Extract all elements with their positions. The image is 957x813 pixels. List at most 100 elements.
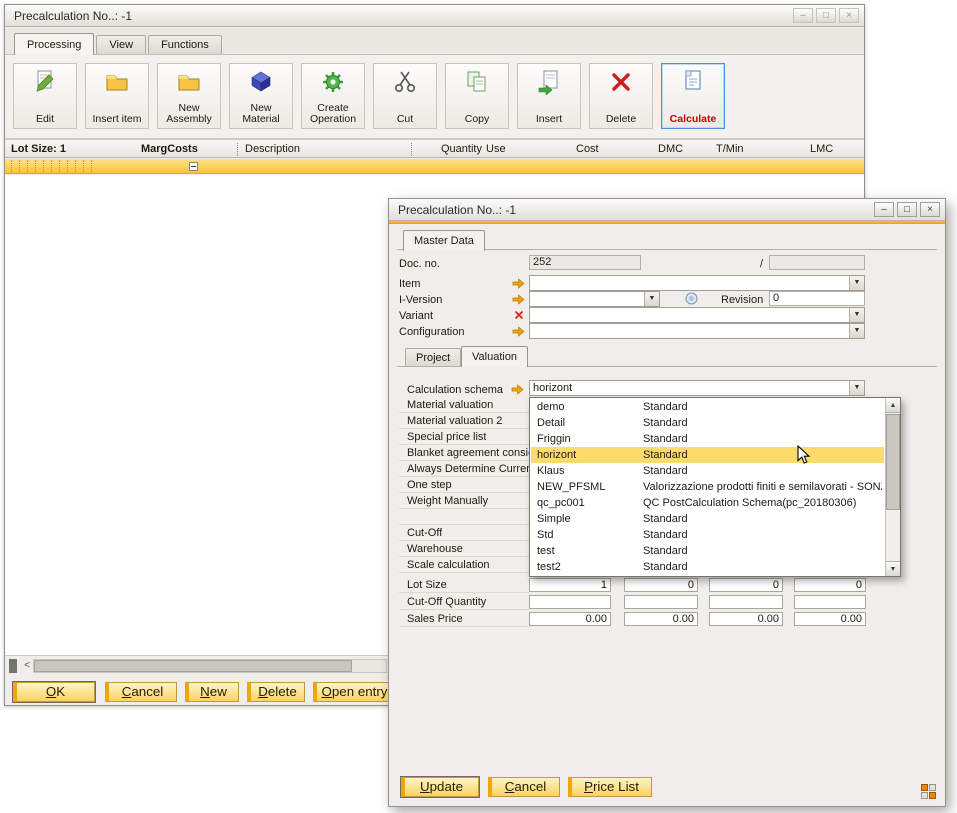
calculation-schema-combobox[interactable]: horizont ▼ xyxy=(529,380,865,396)
cutoff-quantity-field-1[interactable] xyxy=(529,595,611,609)
cutoff-quantity-field-2[interactable] xyxy=(624,595,698,609)
scrollbar-thumb[interactable] xyxy=(886,414,900,510)
dropdown-scrollbar[interactable]: ▲ ▼ xyxy=(885,398,900,576)
red-x-icon xyxy=(608,68,634,96)
splitter-handle[interactable] xyxy=(9,659,17,673)
link-arrow-icon[interactable] xyxy=(512,326,525,340)
update-button[interactable]: Update xyxy=(401,777,479,797)
cutoff-quantity-field-3[interactable] xyxy=(709,595,783,609)
dropdown-item[interactable]: NEW_PFSMLValorizzazione prodotti finiti … xyxy=(531,479,884,495)
lot-size-field-4[interactable]: 0 xyxy=(794,578,866,592)
tab-functions[interactable]: Functions xyxy=(148,35,222,54)
sales-price-field-2[interactable]: 0.00 xyxy=(624,612,698,626)
lot-size-field-1[interactable]: 1 xyxy=(529,578,611,592)
valuation-row: Blanket agreement consider xyxy=(399,445,529,461)
scrollbar-thumb[interactable] xyxy=(34,660,352,672)
insert-item-button[interactable]: Insert item xyxy=(85,63,149,129)
scroll-up-icon[interactable]: ▲ xyxy=(886,398,900,413)
scrollbar-track[interactable] xyxy=(33,659,387,673)
window1-titlebar[interactable]: Precalculation No..: -1 – □ × xyxy=(5,5,864,27)
i-version-combobox[interactable]: ▼ xyxy=(529,291,660,307)
create-operation-button[interactable]: Create Operation xyxy=(301,63,365,129)
new-button[interactable]: New xyxy=(185,682,239,702)
doc-no-suffix-field[interactable] xyxy=(769,255,865,270)
folder-icon xyxy=(104,68,130,96)
tree-grid-line xyxy=(75,160,76,172)
configuration-combobox[interactable]: ▼ xyxy=(529,323,865,339)
sales-price-field-1[interactable]: 0.00 xyxy=(529,612,611,626)
item-combobox[interactable]: ▼ xyxy=(529,275,865,291)
active-window-accent-bar xyxy=(389,221,945,224)
open-entry-button[interactable]: Open entry xyxy=(313,682,393,702)
dropdown-item-selected[interactable]: horizontStandard xyxy=(531,447,884,463)
create-operation-label: Create Operation xyxy=(303,103,363,125)
chevron-down-icon[interactable]: ▼ xyxy=(644,292,659,306)
dropdown-item[interactable]: StdStandard xyxy=(531,527,884,543)
ok-button[interactable]: OK xyxy=(13,682,95,702)
minimize-button[interactable]: – xyxy=(874,202,894,217)
edit-button[interactable]: Edit xyxy=(13,63,77,129)
cancel-button[interactable]: Cancel xyxy=(105,682,177,702)
copy-button[interactable]: Copy xyxy=(445,63,509,129)
sales-price-field-3[interactable]: 0.00 xyxy=(709,612,783,626)
dropdown-item[interactable]: DetailStandard xyxy=(531,415,884,431)
sales-price-field-4[interactable]: 0.00 xyxy=(794,612,866,626)
chevron-down-icon[interactable]: ▼ xyxy=(849,276,864,290)
dropdown-item[interactable]: KlausStandard xyxy=(531,463,884,479)
minimize-button[interactable]: – xyxy=(793,8,813,23)
column-cost: Cost xyxy=(576,143,599,155)
dropdown-item[interactable]: test2Standard xyxy=(531,559,884,575)
delete-entry-button[interactable]: Delete xyxy=(247,682,305,702)
maximize-button[interactable]: □ xyxy=(816,8,836,23)
new-material-button[interactable]: New Material xyxy=(229,63,293,129)
tree-grid-line xyxy=(59,160,60,172)
cutoff-quantity-field-4[interactable] xyxy=(794,595,866,609)
lot-size-field-2[interactable]: 0 xyxy=(624,578,698,592)
tab-project[interactable]: Project xyxy=(405,348,461,366)
tab-view[interactable]: View xyxy=(96,35,146,54)
scroll-down-icon[interactable]: ▼ xyxy=(886,561,900,576)
new-assembly-button[interactable]: New Assembly xyxy=(157,63,221,129)
column-dmc: DMC xyxy=(658,143,683,155)
choose-from-list-icon[interactable] xyxy=(685,292,698,308)
link-arrow-icon[interactable] xyxy=(512,278,525,292)
calculate-button[interactable]: Calculate xyxy=(661,63,725,129)
revision-field[interactable]: 0 xyxy=(769,291,865,306)
chevron-down-icon[interactable]: ▼ xyxy=(849,324,864,338)
dropdown-item[interactable]: qc_pc001QC PostCalculation Schema(pc_201… xyxy=(531,495,884,511)
doc-no-field[interactable]: 252 xyxy=(529,255,641,270)
link-arrow-icon[interactable] xyxy=(512,294,525,308)
column-lmc: LMC xyxy=(810,143,833,155)
edit-label: Edit xyxy=(36,114,54,125)
window2-titlebar[interactable]: Precalculation No..: -1 – □ × xyxy=(389,199,945,221)
variant-combobox[interactable]: ▼ xyxy=(529,307,865,323)
dropdown-item[interactable]: demoStandard xyxy=(531,399,884,415)
chevron-down-icon[interactable]: ▼ xyxy=(849,381,864,395)
price-list-button[interactable]: Price List xyxy=(568,777,652,797)
insert-button[interactable]: Insert xyxy=(517,63,581,129)
link-arrow-icon[interactable] xyxy=(511,384,524,398)
collapse-node-icon[interactable] xyxy=(189,162,198,171)
scroll-left-icon[interactable]: < xyxy=(21,659,33,673)
cut-button[interactable]: Cut xyxy=(373,63,437,129)
close-button[interactable]: × xyxy=(839,8,859,23)
chevron-down-icon[interactable]: ▼ xyxy=(849,308,864,322)
lot-size-field-3[interactable]: 0 xyxy=(709,578,783,592)
maximize-button[interactable]: □ xyxy=(897,202,917,217)
tree-grid-line xyxy=(35,160,36,172)
tree-grid-line xyxy=(91,160,92,172)
cancel-button[interactable]: Cancel xyxy=(488,777,560,797)
dropdown-item[interactable]: SimpleStandard xyxy=(531,511,884,527)
dropdown-item[interactable]: testStandard xyxy=(531,543,884,559)
valuation-row: Warehouse xyxy=(399,541,529,557)
tab-master-data[interactable]: Master Data xyxy=(403,230,485,251)
form-settings-icon[interactable] xyxy=(921,784,936,799)
calculation-schema-label: Calculation schema xyxy=(407,384,503,396)
tab-processing[interactable]: Processing xyxy=(14,33,94,55)
delete-button[interactable]: Delete xyxy=(589,63,653,129)
selected-grid-row[interactable] xyxy=(5,159,864,174)
valuation-row xyxy=(399,509,529,525)
tab-valuation[interactable]: Valuation xyxy=(461,346,528,367)
close-button[interactable]: × xyxy=(920,202,940,217)
dropdown-item[interactable]: FrigginStandard xyxy=(531,431,884,447)
